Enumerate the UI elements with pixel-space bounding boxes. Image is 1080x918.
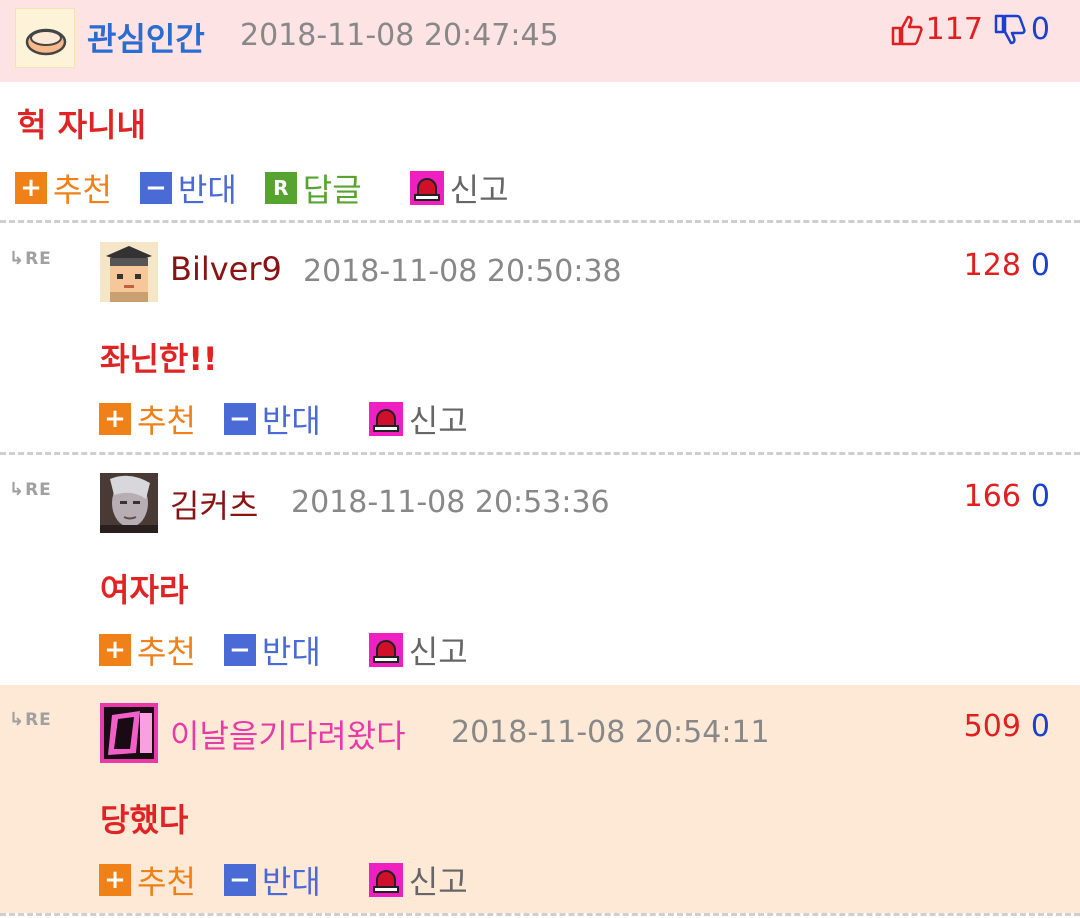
reply-arrow-icon: ↳RE <box>9 248 52 269</box>
comment-actions: + 추천 − 반대 신고 <box>99 857 496 903</box>
avatar[interactable] <box>100 473 158 533</box>
reply-item: ↳RE 김커츠 2018-11-08 20:53:36 166 0 여자라 + 추… <box>0 455 1080 683</box>
siren-icon <box>368 402 403 436</box>
thumb-down-icon[interactable] <box>993 13 1027 47</box>
vote-counts: 166 0 <box>964 479 1050 514</box>
upvote-count: 166 <box>963 479 1021 514</box>
reply-item: ↳RE 이날을기다려왔다 2018-11-08 20:54:11 509 0 당했… <box>0 685 1080 913</box>
minus-icon: − <box>223 864 256 896</box>
oppose-button[interactable]: − 반대 <box>223 857 321 903</box>
recommend-label: 추천 <box>137 633 196 671</box>
main-comment-header: 관심인간 2018-11-08 20:47:45 117 0 <box>0 0 1080 82</box>
reply-arrow-icon: ↳RE <box>9 479 52 500</box>
thumb-up-icon[interactable] <box>890 13 924 47</box>
divider <box>0 913 1080 916</box>
siren-icon <box>409 171 444 205</box>
recommend-label: 추천 <box>137 402 196 440</box>
oppose-label: 반대 <box>261 633 321 671</box>
vote-counts: 509 0 <box>964 709 1050 744</box>
vote-counts: 117 0 <box>890 12 1050 47</box>
author-nickname[interactable]: 김커츠 <box>170 481 258 527</box>
comment-datetime: 2018-11-08 20:47:45 <box>240 18 559 53</box>
upvote-count: 128 <box>963 248 1021 283</box>
reply-item: ↳RE Bilver9 2018-11-08 20:50:38 128 0 좌닌한… <box>0 224 1080 450</box>
author-nickname[interactable]: 관심인간 <box>87 14 205 60</box>
siren-icon <box>368 863 403 897</box>
oppose-label: 반대 <box>261 402 321 440</box>
recommend-button[interactable]: + 추천 <box>15 165 112 211</box>
recommend-button[interactable]: + 추천 <box>99 857 196 903</box>
avatar[interactable] <box>100 703 158 763</box>
report-label: 신고 <box>408 402 468 440</box>
plus-icon: + <box>15 172 47 204</box>
comment-body: 좌닌한!! <box>100 340 218 378</box>
report-button[interactable]: 신고 <box>409 165 509 211</box>
minus-icon: − <box>139 172 172 204</box>
reply-button[interactable]: R 답글 <box>264 165 362 211</box>
reply-label: 답글 <box>302 171 362 209</box>
oppose-button[interactable]: − 반대 <box>223 396 321 442</box>
comment-actions: + 추천 − 반대 R 답글 신고 <box>15 165 537 211</box>
comment-body: 여자라 <box>100 571 189 609</box>
report-label: 신고 <box>408 863 468 901</box>
recommend-button[interactable]: + 추천 <box>99 396 196 442</box>
divider <box>0 220 1080 223</box>
plus-icon: + <box>99 403 131 435</box>
report-label: 신고 <box>408 633 468 671</box>
author-nickname[interactable]: 이날을기다려왔다 <box>170 711 406 757</box>
comment-actions: + 추천 − 반대 신고 <box>99 396 496 442</box>
plus-icon: + <box>99 634 131 666</box>
avatar[interactable] <box>100 242 158 302</box>
comment-datetime: 2018-11-08 20:50:38 <box>303 254 622 289</box>
downvote-count: 0 <box>1030 12 1050 47</box>
comment-body: 헉 자니내 <box>17 106 146 144</box>
downvote-count: 0 <box>1030 248 1050 283</box>
comment-datetime: 2018-11-08 20:54:11 <box>451 715 770 750</box>
oppose-label: 반대 <box>261 863 321 901</box>
comment-datetime: 2018-11-08 20:53:36 <box>291 485 610 520</box>
oppose-button[interactable]: − 반대 <box>139 165 237 211</box>
minus-icon: − <box>223 403 256 435</box>
minus-icon: − <box>223 634 256 666</box>
report-button[interactable]: 신고 <box>368 627 468 673</box>
siren-icon <box>368 633 403 667</box>
reply-arrow-icon: ↳RE <box>9 709 52 730</box>
report-label: 신고 <box>449 171 509 209</box>
avatar[interactable] <box>15 8 75 68</box>
comment-actions: + 추천 − 반대 신고 <box>99 627 496 673</box>
upvote-count: 117 <box>925 12 983 47</box>
upvote-count: 509 <box>963 709 1021 744</box>
recommend-button[interactable]: + 추천 <box>99 627 196 673</box>
downvote-count: 0 <box>1030 709 1050 744</box>
plus-icon: + <box>99 864 131 896</box>
downvote-count: 0 <box>1030 479 1050 514</box>
recommend-label: 추천 <box>137 863 196 901</box>
main-comment: 관심인간 2018-11-08 20:47:45 117 0 헉 자니내 + 추… <box>0 0 1080 222</box>
oppose-button[interactable]: − 반대 <box>223 627 321 673</box>
recommend-label: 추천 <box>53 171 112 209</box>
report-button[interactable]: 신고 <box>368 857 468 903</box>
reply-icon: R <box>264 172 297 204</box>
oppose-label: 반대 <box>177 171 237 209</box>
report-button[interactable]: 신고 <box>368 396 468 442</box>
comment-body: 당했다 <box>100 801 189 839</box>
vote-counts: 128 0 <box>964 248 1050 283</box>
author-nickname[interactable]: Bilver9 <box>170 250 282 288</box>
